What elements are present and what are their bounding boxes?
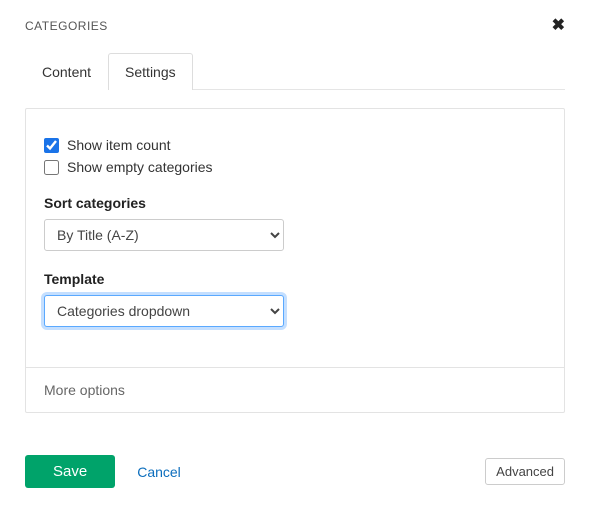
- show-empty-categories-label: Show empty categories: [67, 159, 213, 175]
- show-empty-categories-row[interactable]: Show empty categories: [44, 159, 546, 175]
- cancel-button[interactable]: Cancel: [137, 464, 181, 480]
- modal-footer: Save Cancel Advanced: [25, 455, 565, 488]
- categories-modal: CATEGORIES ✖ Content Settings Show item …: [0, 0, 590, 488]
- footer-left: Save Cancel: [25, 455, 181, 488]
- show-item-count-checkbox[interactable]: [44, 138, 59, 153]
- show-item-count-row[interactable]: Show item count: [44, 137, 546, 153]
- show-item-count-label: Show item count: [67, 137, 171, 153]
- more-options-toggle[interactable]: More options: [26, 367, 564, 412]
- save-button[interactable]: Save: [25, 455, 115, 488]
- tab-content[interactable]: Content: [25, 53, 108, 90]
- sort-categories-label: Sort categories: [44, 195, 546, 211]
- modal-title: CATEGORIES: [25, 19, 108, 33]
- sort-categories-select[interactable]: By Title (A-Z): [44, 219, 284, 251]
- tab-bar: Content Settings: [25, 52, 565, 90]
- close-icon[interactable]: ✖: [552, 18, 565, 34]
- modal-header: CATEGORIES ✖: [25, 18, 565, 34]
- template-select[interactable]: Categories dropdown: [44, 295, 284, 327]
- settings-panel-body: Show item count Show empty categories So…: [26, 109, 564, 367]
- show-empty-categories-checkbox[interactable]: [44, 160, 59, 175]
- template-label: Template: [44, 271, 546, 287]
- advanced-button[interactable]: Advanced: [485, 458, 565, 485]
- tab-settings[interactable]: Settings: [108, 53, 193, 90]
- settings-panel: Show item count Show empty categories So…: [25, 108, 565, 413]
